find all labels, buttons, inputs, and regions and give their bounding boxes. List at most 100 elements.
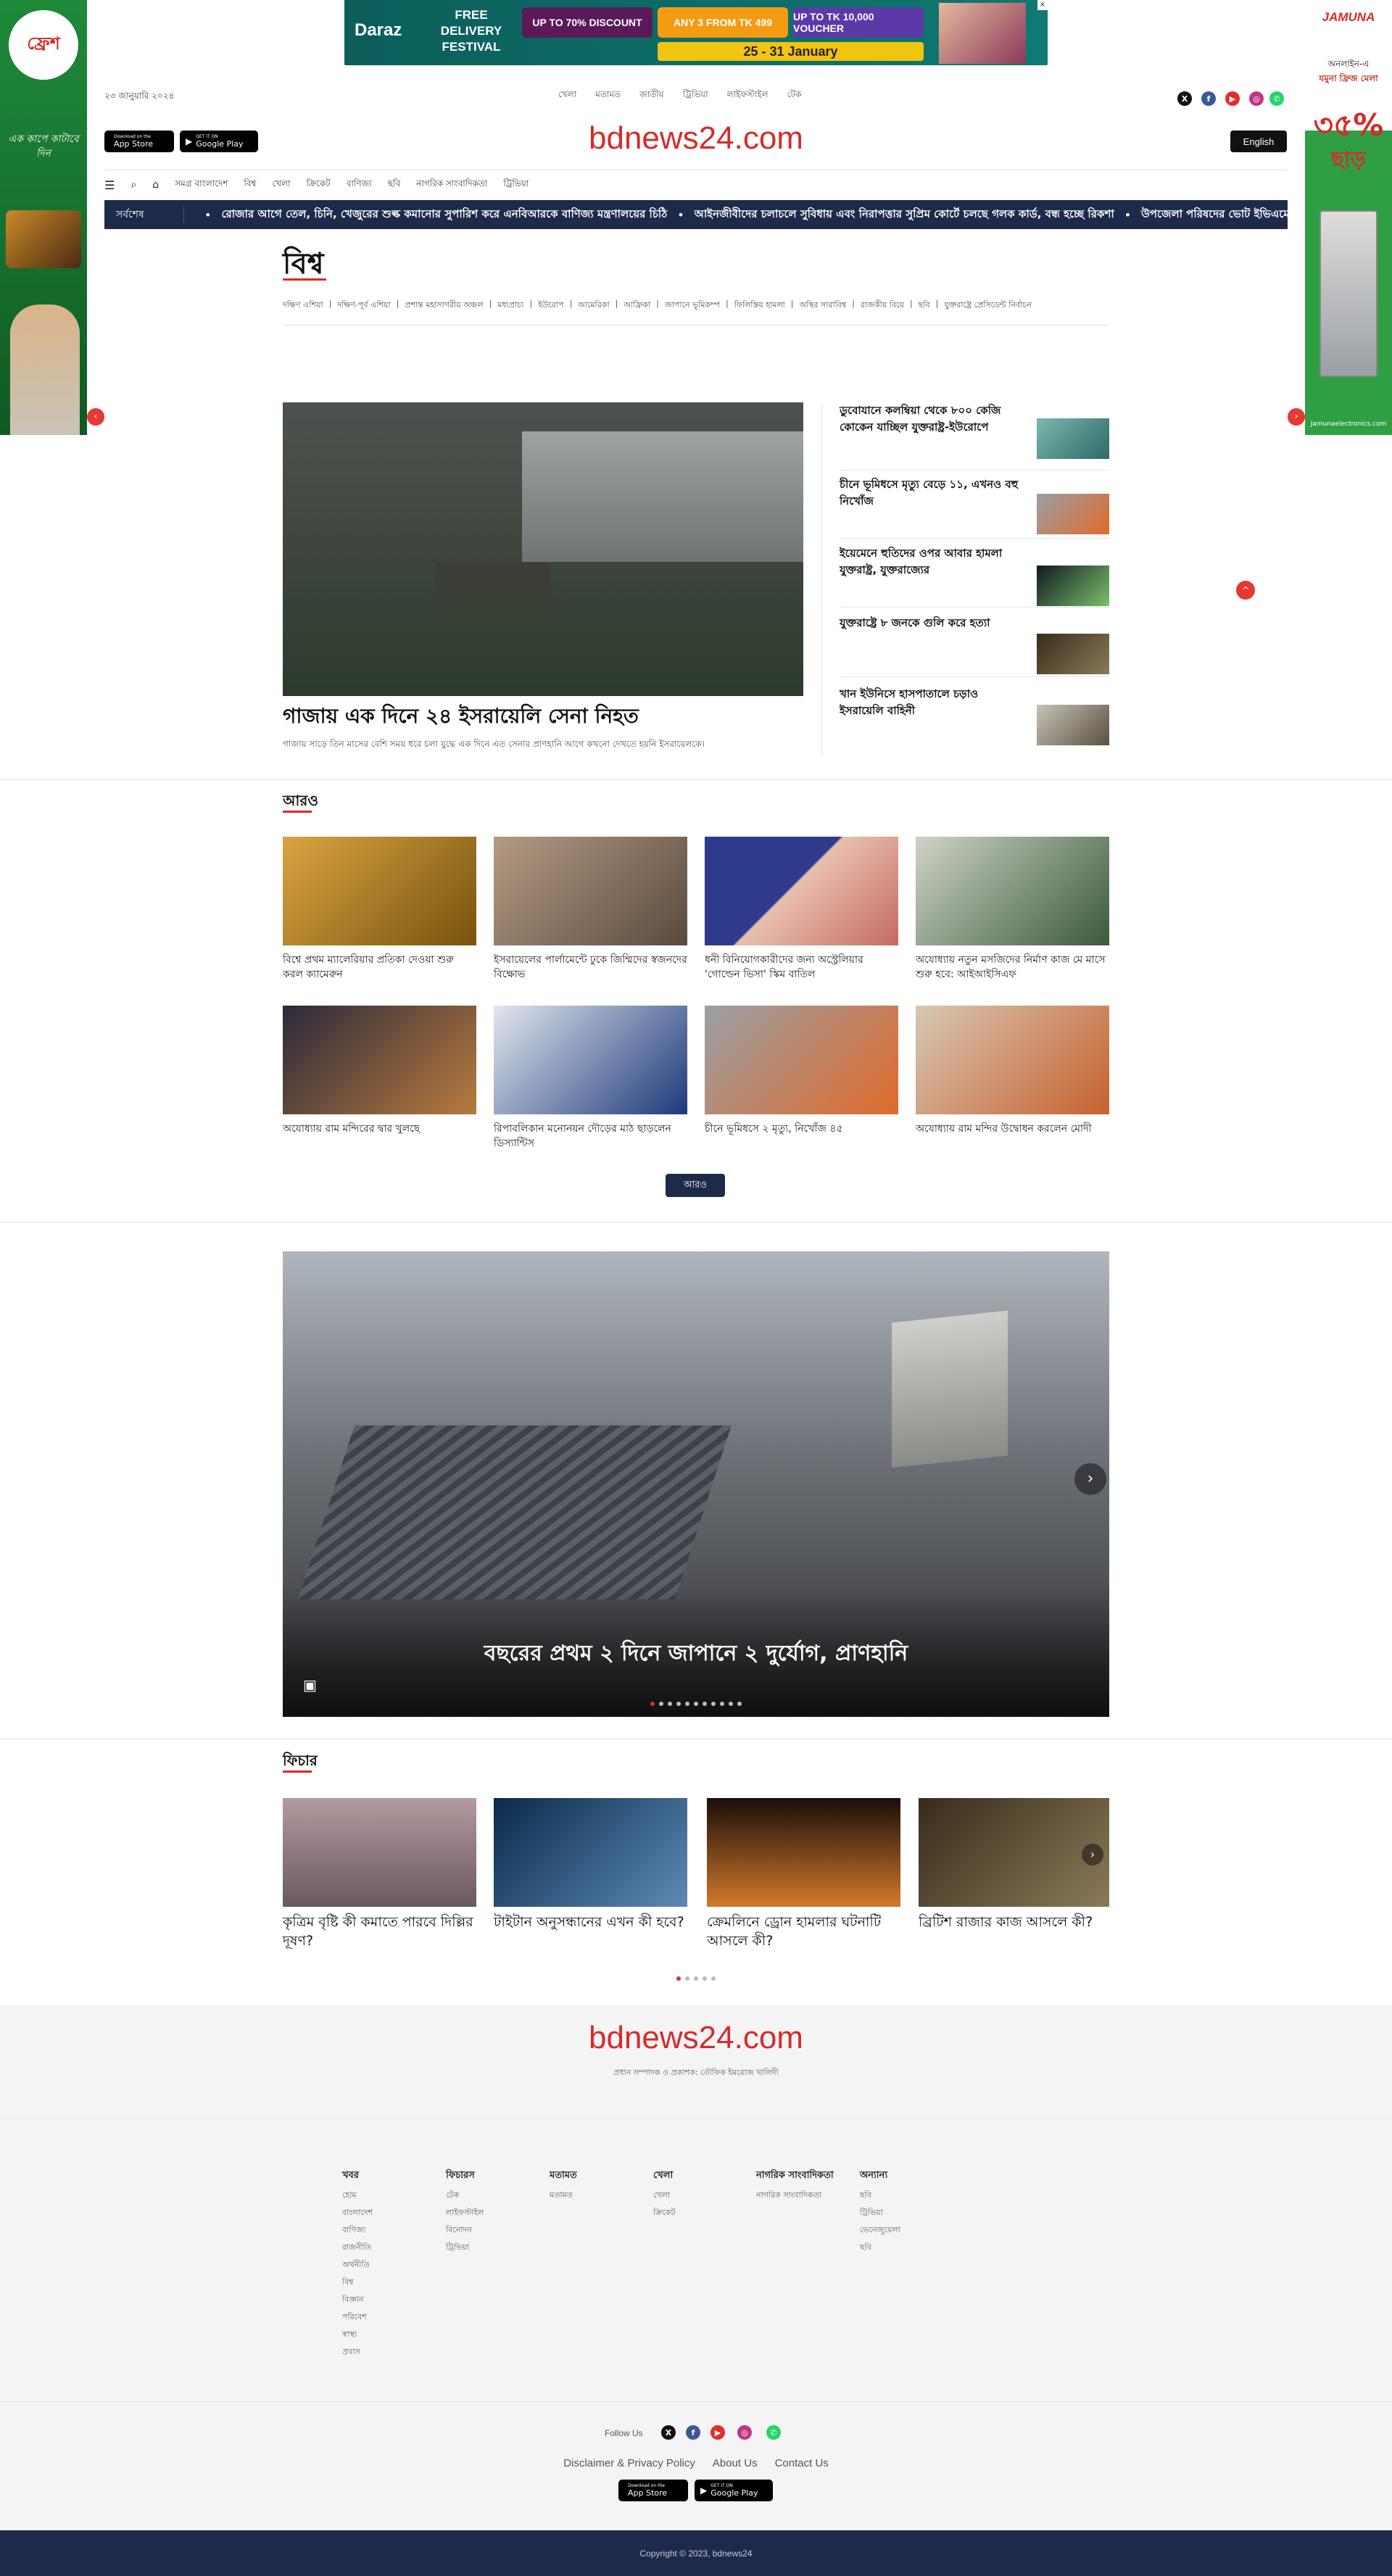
feature-card[interactable]: ব্রিটিশ রাজার কাজ আসলে কী?	[919, 1798, 1109, 1931]
footer-link[interactable]: প্রবাস	[342, 2343, 436, 2361]
instagram-icon[interactable]: ◎	[1249, 91, 1264, 106]
footer-link[interactable]: লাইফস্টাইল	[446, 2204, 540, 2221]
top-link-motamot[interactable]: মতামত	[595, 88, 621, 103]
nav-item-world[interactable]: বিশ্ব	[244, 178, 256, 192]
feature-dot[interactable]	[703, 1976, 707, 1981]
more-card[interactable]: রিপাবলিকান মনোনয়ন দৌড়ের মাঠ ছাড়লেন ডি…	[494, 1006, 687, 1151]
subnav-pacific[interactable]: প্রশান্ত মহাসাগরীয় অঞ্চল	[405, 299, 483, 312]
footer-link[interactable]: ট্রিভিয়া	[860, 2204, 954, 2221]
footer-link[interactable]: বিশ্ব	[342, 2274, 436, 2291]
feature-dot[interactable]	[685, 1976, 689, 1981]
google-play-button[interactable]: ▶ GET IT ON Google Play	[695, 2480, 773, 2501]
footer-link[interactable]: নাগরিক সাংবাদিকতা	[756, 2187, 858, 2204]
more-card[interactable]: বিশ্বে প্রথম ম্যালেরিয়ার প্রতিকা দেওয়া…	[283, 837, 476, 982]
nav-item-trivia[interactable]: ট্রিভিয়া	[503, 178, 529, 192]
footer-link[interactable]: খেলা	[653, 2187, 747, 2204]
breaking-ticker[interactable]: সর্বশেষ • রোজার আগে তেল, চিনি, খেজুরের শ…	[104, 200, 1288, 229]
more-card[interactable]: ধনী বিনিয়োগকারীদের জন্য অস্ট্রেলিয়ার '…	[705, 837, 898, 982]
subnav-palestine[interactable]: ফিলিস্তিয় হামলা	[734, 299, 785, 312]
footer-link[interactable]: বিজ্ঞান	[342, 2291, 436, 2308]
footer-link[interactable]: মতামত	[550, 2187, 644, 2204]
more-card[interactable]: অযোধ্যায় রাম মন্দিরের দ্বার খুলছে	[283, 1006, 476, 1136]
slider-dot[interactable]	[703, 1702, 707, 1706]
feature-card[interactable]: কৃত্রিম বৃষ্টি কী কমাতে পারবে দিল্লির দূ…	[283, 1798, 476, 1950]
search-icon[interactable]: ⌕	[130, 179, 136, 191]
instagram-icon[interactable]: ◎	[737, 2425, 752, 2440]
subnav-europe[interactable]: ইউরোপ	[538, 299, 563, 312]
left-arrow-icon[interactable]: ‹	[87, 408, 104, 426]
contact-link[interactable]: Contact Us	[775, 2457, 829, 2469]
subnav-royal-wedding[interactable]: রাজকীয় বিয়ে	[861, 299, 904, 312]
left-side-ad[interactable]: ফ্রেশ এক কাপে কাটাবে দিন	[0, 0, 87, 435]
footer-link[interactable]: ট্রিভিয়া	[446, 2239, 540, 2256]
slider-dot[interactable]	[711, 1702, 716, 1706]
side-story[interactable]: ইয়েমেনে হুতিদের ওপর আবার হামলা যুক্তরাষ…	[840, 545, 1109, 608]
subnav-southeast-asia[interactable]: দক্ষিণ-পূর্ব এশিয়া	[337, 299, 390, 312]
more-card[interactable]: অযোধ্যায় রাম মন্দির উদ্বোধন করলেন মোদী	[916, 1006, 1109, 1136]
footer-link[interactable]: পরিবেশ	[342, 2308, 436, 2326]
footer-link[interactable]: বিনোদন	[446, 2221, 540, 2239]
subnav-us-election[interactable]: যুক্তরাষ্ট্রে প্রেসিডেন্ট নির্বাচন	[944, 299, 1031, 312]
ad-close-icon[interactable]: ×	[1037, 0, 1048, 10]
about-link[interactable]: About Us	[713, 2457, 758, 2469]
subnav-america[interactable]: আমেরিকা	[578, 299, 609, 312]
subnav-africa[interactable]: আফ্রিকা	[624, 299, 650, 312]
slider-dot[interactable]	[720, 1702, 724, 1706]
slider-dot[interactable]	[676, 1702, 681, 1706]
slider-dot[interactable]	[650, 1702, 655, 1706]
nav-item-photo[interactable]: ছবি	[388, 178, 400, 192]
ticker-item[interactable]: উপজেলা পরিষদের ভোট ইভিএমে	[1141, 206, 1288, 224]
footer-link[interactable]: টেক	[446, 2187, 540, 2204]
slider-dot[interactable]	[685, 1702, 689, 1706]
youtube-icon[interactable]: ▶	[1225, 91, 1240, 106]
nav-item-cricket[interactable]: ক্রিকেট	[307, 178, 331, 192]
english-button[interactable]: English	[1230, 131, 1287, 152]
lead-story-image[interactable]	[283, 402, 803, 696]
nav-item-citizen[interactable]: নাগরিক সাংবাদিকতা	[416, 178, 487, 192]
feature-card[interactable]: টাইটান অনুসন্ধানের এখন কী হবে?	[494, 1798, 687, 1931]
facebook-icon[interactable]: f	[686, 2425, 700, 2440]
side-story[interactable]: খান ইউনিসে হাসপাতালে চড়াও ইসরায়েলি বাহ…	[840, 686, 1109, 748]
home-icon[interactable]: ⌂	[152, 179, 159, 191]
app-store-button[interactable]: Download on the App Store	[618, 2480, 688, 2501]
facebook-icon[interactable]: f	[1201, 91, 1216, 106]
footer-link[interactable]: বাংলাদেশ	[342, 2204, 436, 2221]
disclaimer-link[interactable]: Disclaimer & Privacy Policy	[563, 2457, 695, 2469]
top-link-tech[interactable]: টেক	[787, 88, 802, 103]
footer-logo[interactable]: bdnews24.com	[0, 2020, 1392, 2056]
slider-next-icon[interactable]: ›	[1074, 1463, 1106, 1495]
nav-item-bangladesh[interactable]: সমগ্র বাংলাদেশ	[175, 178, 228, 192]
google-play-button[interactable]: ▶ GET IT ON Google Play	[180, 131, 258, 152]
footer-link[interactable]: ছবি	[860, 2239, 954, 2256]
menu-icon[interactable]: ☰	[104, 178, 115, 192]
feature-dot[interactable]	[711, 1976, 716, 1981]
subnav-unrest[interactable]: অস্থির সারাবিশ্ব	[799, 299, 846, 312]
more-card[interactable]: অযোধ্যায় নতুন মসজিদের নির্মাণ কাজ মে মা…	[916, 837, 1109, 982]
footer-link[interactable]: ভেনেজুয়েলা	[860, 2221, 954, 2239]
subnav-japan-quake[interactable]: জাপানে ভূমিকম্প	[665, 299, 720, 312]
feature-card[interactable]: ক্রেমলিনে ড্রোন হামলার ঘটনাটি আসলে কী?	[707, 1798, 900, 1950]
side-story[interactable]: ডুবোযানে কলম্বিয়া থেকে ৮০০ কেজি কোকেন য…	[840, 402, 1109, 471]
lead-headline[interactable]: গাজায় এক দিনে ২৪ ইসরায়েলি সেনা নিহত	[283, 703, 803, 729]
more-card[interactable]: চীনে ভূমিধসে ২ মৃত্যু, নিখোঁজ ৪৫	[705, 1006, 898, 1136]
subnav-photo[interactable]: ছবি	[919, 299, 930, 312]
more-card[interactable]: ইসরায়েলের পার্লামেন্টে ঢুকে জিম্মিদের স…	[494, 837, 687, 982]
footer-link[interactable]: ছবি	[860, 2187, 954, 2204]
ticker-item[interactable]: আইনজীবীদের চলাচলে সুবিধায় এবং নিরাপত্তা…	[695, 206, 1114, 224]
ticker-item[interactable]: রোজার আগে তেল, চিনি, খেজুরের শুল্ক কমানো…	[221, 206, 667, 224]
top-ad-banner[interactable]: Daraz FREE DELIVERY FESTIVAL UP TO 70% D…	[344, 0, 1048, 65]
youtube-icon[interactable]: ▶	[710, 2425, 725, 2440]
slider-dot[interactable]	[668, 1702, 672, 1706]
nav-item-sports[interactable]: খেলা	[272, 178, 290, 192]
feature-next-icon[interactable]: ›	[1082, 1844, 1103, 1865]
site-logo[interactable]: bdnews24.com	[508, 120, 884, 157]
footer-link[interactable]: রাজনীতি	[342, 2239, 436, 2256]
right-arrow-icon[interactable]: ›	[1288, 408, 1305, 426]
nav-item-business[interactable]: বাণিজ্য	[347, 178, 372, 192]
subnav-south-asia[interactable]: দক্ষিণ এশিয়া	[283, 299, 323, 312]
footer-link[interactable]: ক্রিকেট	[653, 2204, 747, 2221]
whatsapp-icon[interactable]: ✆	[766, 2425, 781, 2440]
footer-link[interactable]: হোম	[342, 2187, 436, 2204]
scroll-top-icon[interactable]: ^	[1236, 581, 1255, 600]
footer-link[interactable]: বাণিজ্য	[342, 2221, 436, 2239]
